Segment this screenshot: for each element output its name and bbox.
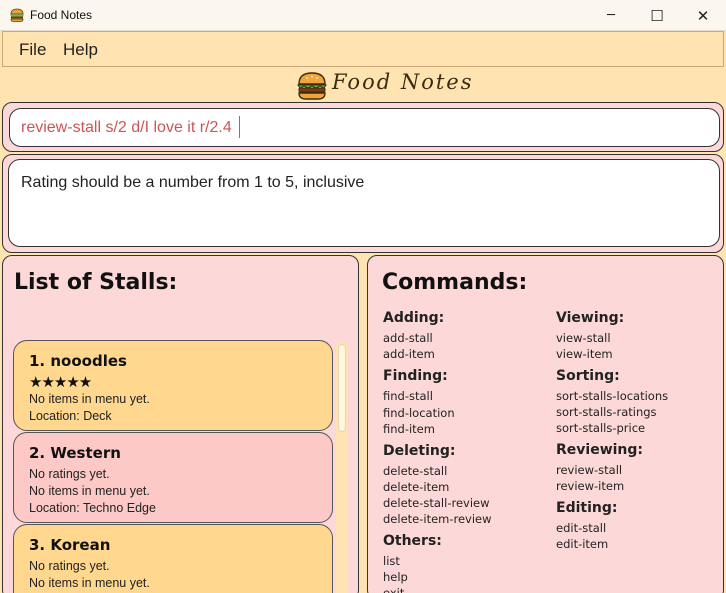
command-find-stall: find-stall (383, 389, 433, 403)
section-heading-sorting: Sorting: (556, 368, 620, 384)
command-sort-stalls-ratings: sort-stalls-ratings (556, 405, 657, 419)
maximize-button[interactable]: ☐ (634, 0, 680, 31)
command-delete-stall: delete-stall (383, 464, 448, 478)
command-help: help (383, 570, 408, 584)
command-add-stall: add-stall (383, 331, 433, 345)
command-review-item: review-item (556, 479, 625, 493)
menu-bar: File Help (2, 31, 724, 67)
menu-help[interactable]: Help (63, 40, 98, 60)
stall-menu-status: No items in menu yet. (29, 392, 150, 406)
burger-icon (10, 8, 24, 22)
section-heading-deleting: Deleting: (383, 443, 456, 459)
minimize-button[interactable]: ─ (588, 0, 634, 31)
stall-card[interactable]: 2. Western No ratings yet. No items in m… (13, 432, 333, 523)
command-add-item: add-item (383, 347, 435, 361)
stall-name: 1. nooodles (29, 352, 127, 370)
stall-rating-status: No ratings yet. (29, 467, 110, 481)
command-view-stall: view-stall (556, 331, 611, 345)
text-caret (239, 116, 240, 138)
command-exit: exit (383, 586, 405, 593)
stall-name: 2. Western (29, 444, 121, 462)
command-edit-stall: edit-stall (556, 521, 607, 535)
section-heading-others: Others: (383, 533, 442, 549)
stall-list-title: List of Stalls: (14, 270, 178, 295)
section-heading-reviewing: Reviewing: (556, 442, 644, 458)
burger-icon (297, 72, 327, 100)
close-button[interactable]: ✕ (680, 0, 726, 31)
section-heading-finding: Finding: (383, 368, 448, 384)
stall-location: Location: Techno Edge (29, 501, 156, 515)
result-display: Rating should be a number from 1 to 5, i… (8, 159, 720, 247)
stall-name: 3. Korean (29, 536, 111, 554)
window-titlebar: Food Notes ─ ☐ ✕ (0, 0, 726, 31)
commands-panel: Commands: Adding: add-stall add-item Fin… (367, 255, 724, 593)
command-input[interactable] (9, 108, 720, 147)
stall-menu-status: No items in menu yet. (29, 484, 150, 498)
command-find-item: find-item (383, 422, 435, 436)
command-sort-stalls-price: sort-stalls-price (556, 421, 646, 435)
command-view-item: view-item (556, 347, 613, 361)
command-delete-item: delete-item (383, 480, 450, 494)
stall-card[interactable]: 1. nooodles ★★★★★ No items in menu yet. … (13, 340, 333, 431)
menu-file[interactable]: File (19, 40, 46, 60)
command-list: list (383, 554, 400, 568)
stall-menu-status: No items in menu yet. (29, 576, 150, 590)
window-title: Food Notes (30, 8, 93, 22)
section-heading-adding: Adding: (383, 310, 445, 326)
close-icon: ✕ (696, 6, 710, 25)
result-message: Rating should be a number from 1 to 5, i… (21, 174, 365, 191)
command-sort-stalls-locations: sort-stalls-locations (556, 389, 669, 403)
scrollbar-thumb[interactable] (338, 344, 346, 432)
command-review-stall: review-stall (556, 463, 623, 477)
command-delete-item-review: delete-item-review (383, 512, 492, 526)
result-display-container: Rating should be a number from 1 to 5, i… (2, 154, 724, 253)
stall-list-panel: List of Stalls: 1. nooodles ★★★★★ No ite… (2, 255, 359, 593)
command-edit-item: edit-item (556, 537, 609, 551)
stall-rating-status: No ratings yet. (29, 559, 110, 573)
stall-card[interactable]: 3. Korean No ratings yet. No items in me… (13, 524, 333, 593)
section-heading-viewing: Viewing: (556, 310, 625, 326)
commands-title: Commands: (382, 270, 528, 295)
command-delete-stall-review: delete-stall-review (383, 496, 490, 510)
app-logo: Food Notes (0, 68, 726, 102)
command-box-container (2, 102, 724, 152)
command-find-location: find-location (383, 406, 455, 420)
logo-text: Food Notes (332, 70, 474, 94)
rating-stars: ★★★★★ (29, 373, 92, 391)
minimize-icon: ─ (607, 8, 615, 23)
maximize-icon: ☐ (650, 6, 664, 25)
stall-location: Location: Deck (29, 409, 112, 423)
section-heading-editing: Editing: (556, 500, 618, 516)
